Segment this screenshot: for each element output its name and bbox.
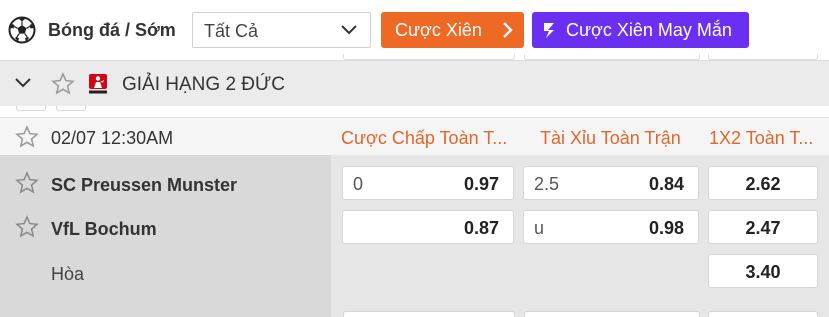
column-header-1x2: 1X2 Toàn T... (709, 128, 814, 148)
odds-price: 2.47 (745, 218, 781, 238)
odds-price: 0.87 (463, 218, 499, 238)
odds-price: 0.97 (463, 174, 499, 194)
1x2-odds-draw[interactable]: 3.40 (708, 254, 818, 288)
favorite-star-icon[interactable] (51, 72, 75, 96)
odds-panel: 0 0.97 2.5 0.84 2.62 0.87 u 0.98 2.47 3.… (331, 155, 829, 317)
1x2-odds-away[interactable]: 2.47 (708, 210, 818, 244)
odds-price: 0.84 (648, 174, 684, 194)
favorite-star-icon[interactable] (15, 125, 39, 149)
match-header: 02/07 12:30AM Cược Chấp Toàn T... Tài Xỉ… (0, 117, 829, 155)
league-name: GIẢI HẠNG 2 ĐỨC (122, 74, 285, 95)
column-header-over-under: Tài Xỉu Toàn Trận (540, 128, 681, 148)
lucky-parlay-icon (544, 23, 554, 38)
filter-selected-value: Tất Cả (204, 21, 259, 41)
home-team-name: SC Preussen Munster (51, 175, 238, 195)
top-bar: Bóng đá / Sớm Tất Cả Cược Xiên Cược Xiên… (0, 0, 829, 60)
previous-row-box (16, 106, 46, 111)
market-filter-select[interactable]: Tất Cả (192, 12, 371, 48)
over-under-odds-under[interactable]: u 0.98 (523, 210, 699, 244)
draw-label: Hòa (51, 264, 85, 284)
next-odds-box (524, 311, 700, 317)
1x2-odds-home[interactable]: 2.62 (708, 166, 818, 200)
handicap-odds-away[interactable]: 0.87 (342, 210, 514, 244)
chevron-down-icon[interactable] (14, 76, 32, 90)
next-odds-box (343, 311, 515, 317)
over-under-odds-over[interactable]: 2.5 0.84 (523, 166, 699, 200)
parlay-button[interactable]: Cược Xiên (381, 12, 524, 48)
league-header[interactable]: GIẢI HẠNG 2 ĐỨC (0, 60, 829, 106)
odds-price: 0.98 (648, 218, 684, 238)
bundesliga-logo-icon (89, 74, 107, 94)
column-header-handicap: Cược Chấp Toàn T... (341, 128, 508, 148)
next-odds-box (708, 311, 818, 317)
match-datetime: 02/07 12:30AM (51, 128, 174, 148)
chevron-right-icon (503, 22, 513, 38)
soccer-ball-icon (8, 16, 36, 44)
parlay-button-label: Cược Xiên (395, 20, 482, 40)
total-line: u (534, 218, 545, 238)
previous-row-box (56, 106, 86, 111)
favorite-star-icon[interactable] (15, 215, 39, 239)
teams-panel: SC Preussen Munster VfL Bochum Hòa (0, 155, 331, 317)
chevron-down-icon (341, 25, 357, 35)
away-team-name: VfL Bochum (51, 219, 157, 239)
favorite-star-icon[interactable] (15, 171, 39, 195)
total-line: 2.5 (534, 174, 560, 194)
handicap-odds-home[interactable]: 0 0.97 (342, 166, 514, 200)
handicap-line: 0 (353, 174, 364, 194)
sport-title: Bóng đá / Sớm (48, 20, 176, 40)
lucky-parlay-button-label: Cược Xiên May Mắn (566, 20, 732, 40)
lucky-parlay-button[interactable]: Cược Xiên May Mắn (532, 12, 749, 48)
odds-price: 2.62 (745, 174, 781, 194)
odds-price: 3.40 (745, 262, 781, 282)
